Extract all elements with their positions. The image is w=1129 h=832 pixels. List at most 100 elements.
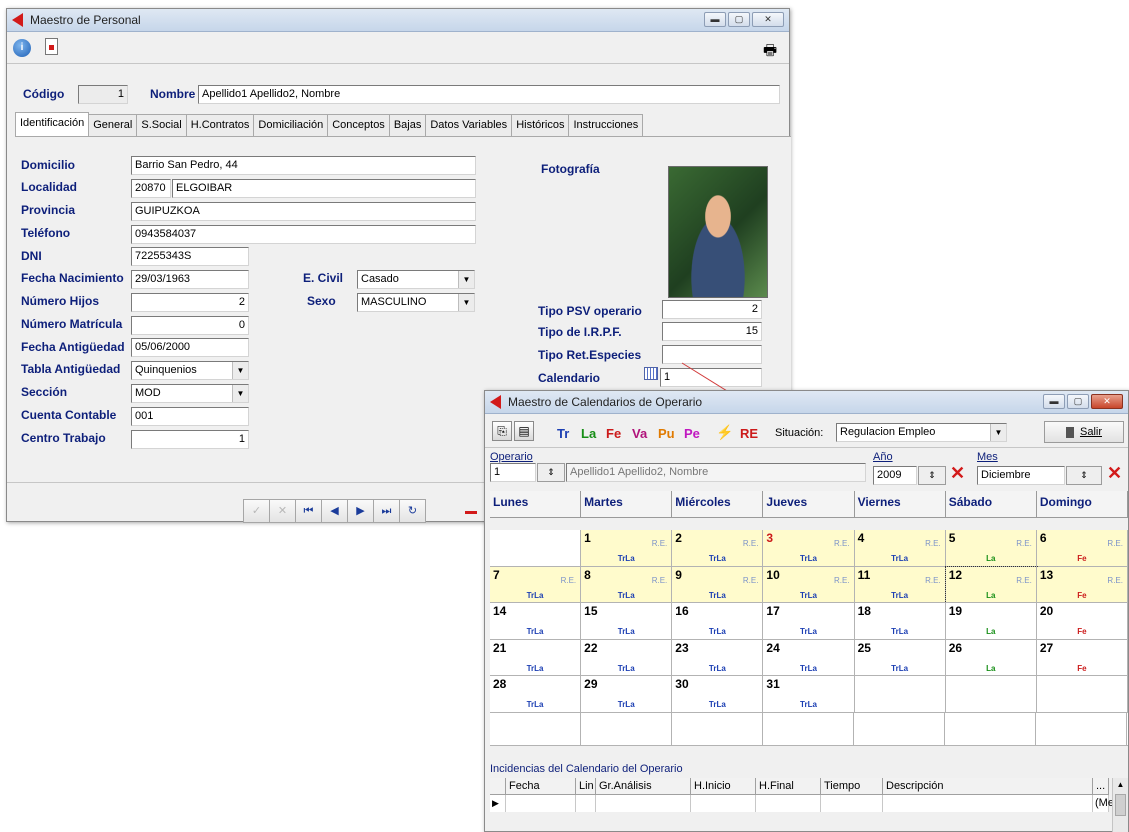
calendar-day-cell[interactable]: 25 TrLa bbox=[854, 639, 946, 677]
sexo-select[interactable]: MASCULINO ▼ bbox=[357, 293, 475, 312]
calendar-day-cell[interactable]: 3 R.E. TrLa bbox=[763, 530, 855, 567]
tipo-ret-field[interactable] bbox=[662, 345, 762, 364]
code-fe-button[interactable]: Fe bbox=[606, 426, 621, 441]
codigo-postal-field[interactable]: 20870 bbox=[131, 179, 171, 198]
tab-bajas[interactable]: Bajas bbox=[388, 114, 427, 136]
tipo-irpf-field[interactable]: 15 bbox=[662, 322, 762, 341]
calendar-day-cell[interactable]: 5 R.E. La bbox=[945, 530, 1037, 567]
calendar-day-cell[interactable]: 22 TrLa bbox=[581, 639, 673, 677]
tab-general[interactable]: General bbox=[88, 114, 138, 136]
column-header[interactable]: H.Inicio bbox=[691, 778, 756, 795]
calendar-day-cell[interactable]: 4 R.E. TrLa bbox=[854, 530, 946, 567]
calendar-day-cell[interactable]: 21 TrLa bbox=[490, 639, 582, 677]
cuenta-contable-field[interactable]: 001 bbox=[131, 407, 249, 426]
calendar-day-cell[interactable]: 8 R.E. TrLa bbox=[581, 566, 673, 604]
calendar-day-cell[interactable]: 26 La bbox=[945, 639, 1037, 677]
seccion-select[interactable]: MOD ▼ bbox=[131, 384, 249, 403]
close-button[interactable]: ✕ bbox=[1091, 394, 1123, 409]
estado-civil-select[interactable]: Casado ▼ bbox=[357, 270, 475, 289]
first-record-icon[interactable]: ⏮ bbox=[295, 499, 322, 523]
personal-titlebar[interactable]: Maestro de Personal ▬ ▢ ✕ bbox=[7, 9, 789, 32]
calendar-day-cell[interactable]: 16 TrLa bbox=[672, 603, 764, 640]
salir-button[interactable]: Salir bbox=[1044, 421, 1124, 443]
code-tr-button[interactable]: Tr bbox=[557, 426, 569, 441]
code-pe-button[interactable]: Pe bbox=[684, 426, 700, 441]
lightning-icon[interactable]: ⚡ bbox=[716, 424, 733, 441]
calendar-day-cell[interactable] bbox=[854, 676, 946, 713]
calendar-day-cell[interactable]: 6 R.E. Fe bbox=[1036, 530, 1128, 567]
numero-matricula-field[interactable]: 0 bbox=[131, 316, 249, 335]
tab-conceptos[interactable]: Conceptos bbox=[327, 114, 390, 136]
grid-cell[interactable] bbox=[821, 795, 883, 812]
calendar-day-cell[interactable]: 19 La bbox=[945, 603, 1037, 640]
confirm-icon[interactable]: ✓ bbox=[243, 499, 270, 523]
grid-cell[interactable] bbox=[883, 795, 1093, 812]
fecha-nacimiento-field[interactable]: 29/03/1963 bbox=[131, 270, 249, 289]
calendar-day-cell[interactable]: 14 TrLa bbox=[490, 603, 582, 640]
tab-ssocial[interactable]: S.Social bbox=[136, 114, 187, 136]
tab-domiciliacion[interactable]: Domiciliación bbox=[253, 114, 329, 136]
provincia-field[interactable]: GUIPUZKOA bbox=[131, 202, 476, 221]
grid-cell[interactable] bbox=[756, 795, 821, 812]
incidencias-grid[interactable]: Fecha Lin Gr.Análisis H.Inicio H.Final Tiempo… bbox=[490, 778, 1114, 814]
situacion-select[interactable]: Regulacion Empleo ▼ bbox=[836, 423, 1007, 442]
maximize-button[interactable]: ▢ bbox=[1067, 394, 1089, 409]
paste-icon[interactable]: ▤ bbox=[514, 421, 534, 441]
calendar-day-cell[interactable]: 17 TrLa bbox=[763, 603, 855, 640]
minimize-button[interactable]: ▬ bbox=[1043, 394, 1065, 409]
localidad-field[interactable]: ELGOIBAR bbox=[172, 179, 476, 198]
operario-field[interactable]: 1 bbox=[490, 463, 536, 482]
telefono-field[interactable]: 0943584037 bbox=[131, 225, 476, 244]
calendar-day-cell[interactable]: 12 R.E. La bbox=[944, 565, 1038, 605]
calendar-day-cell[interactable]: 31 TrLa bbox=[763, 676, 855, 713]
calendar-day-cell[interactable]: 9 R.E. TrLa bbox=[672, 566, 764, 604]
last-record-icon[interactable]: ⏭ bbox=[373, 499, 400, 523]
tab-identificacion[interactable]: Identificación bbox=[15, 112, 90, 136]
calendar-day-cell[interactable]: 18 TrLa bbox=[854, 603, 946, 640]
calendar-day-cell[interactable]: 10 R.E. TrLa bbox=[763, 566, 855, 604]
column-header[interactable]: Fecha bbox=[506, 778, 576, 795]
calendar-day-cell[interactable]: 13 R.E. Fe bbox=[1036, 566, 1128, 604]
copy-icon[interactable]: ⎘ bbox=[492, 421, 512, 441]
column-header[interactable]: H.Final bbox=[756, 778, 821, 795]
calendar-day-cell[interactable]: 2 R.E. TrLa bbox=[672, 530, 764, 567]
calendar-day-cell[interactable]: 24 TrLa bbox=[763, 639, 855, 677]
calendar-day-cell[interactable]: 15 TrLa bbox=[581, 603, 673, 640]
grid-cell[interactable] bbox=[506, 795, 576, 812]
calendar-day-cell[interactable]: 20 Fe bbox=[1036, 603, 1128, 640]
clear-mes-icon[interactable]: ✕ bbox=[1107, 463, 1122, 484]
mes-spinner[interactable]: ⇕ bbox=[1066, 466, 1102, 485]
tipo-psv-field[interactable]: 2 bbox=[662, 300, 762, 319]
chevron-down-icon[interactable]: ▼ bbox=[990, 424, 1006, 441]
employee-photo[interactable] bbox=[668, 166, 768, 298]
grid-cell[interactable] bbox=[596, 795, 691, 812]
calendar-day-cell[interactable]: 30 TrLa bbox=[672, 676, 764, 713]
chevron-down-icon[interactable]: ▼ bbox=[458, 271, 474, 288]
column-header[interactable]: ... bbox=[1093, 778, 1109, 795]
tabla-antiguedad-select[interactable]: Quinquenios ▼ bbox=[131, 361, 249, 380]
nombre-field[interactable]: Apellido1 Apellido2, Nombre bbox=[198, 85, 780, 104]
print-icon[interactable]: 🖶 bbox=[763, 40, 777, 65]
operario-spinner[interactable]: ⇕ bbox=[537, 463, 565, 482]
scroll-thumb[interactable] bbox=[1115, 794, 1126, 816]
calendar-day-cell[interactable] bbox=[945, 676, 1037, 713]
info-icon[interactable]: i bbox=[13, 39, 31, 57]
next-record-icon[interactable]: ▶ bbox=[347, 499, 374, 523]
mes-field[interactable]: Diciembre bbox=[977, 466, 1065, 485]
tab-historicos[interactable]: Históricos bbox=[511, 114, 570, 136]
column-header[interactable]: Tiempo bbox=[821, 778, 883, 795]
column-header[interactable]: Gr.Análisis bbox=[596, 778, 691, 795]
anio-spinner[interactable]: ⇕ bbox=[918, 466, 946, 485]
calendar-titlebar[interactable]: Maestro de Calendarios de Operario ▬ ▢ ✕ bbox=[485, 391, 1128, 414]
scroll-up-icon[interactable]: ▲ bbox=[1113, 778, 1128, 792]
calendar-day-cell[interactable] bbox=[490, 530, 582, 567]
calendar-day-cell[interactable]: 11 R.E. TrLa bbox=[854, 566, 946, 604]
minimize-button[interactable]: ▬ bbox=[704, 12, 726, 27]
document-icon[interactable] bbox=[45, 38, 58, 55]
calendar-day-cell[interactable] bbox=[1036, 676, 1128, 713]
grid-cell[interactable]: (Me bbox=[1093, 795, 1114, 812]
grid-cell[interactable] bbox=[691, 795, 756, 812]
calendar-day-cell[interactable]: 23 TrLa bbox=[672, 639, 764, 677]
re-button[interactable]: RE bbox=[740, 426, 758, 441]
grid-cell[interactable] bbox=[576, 795, 596, 812]
